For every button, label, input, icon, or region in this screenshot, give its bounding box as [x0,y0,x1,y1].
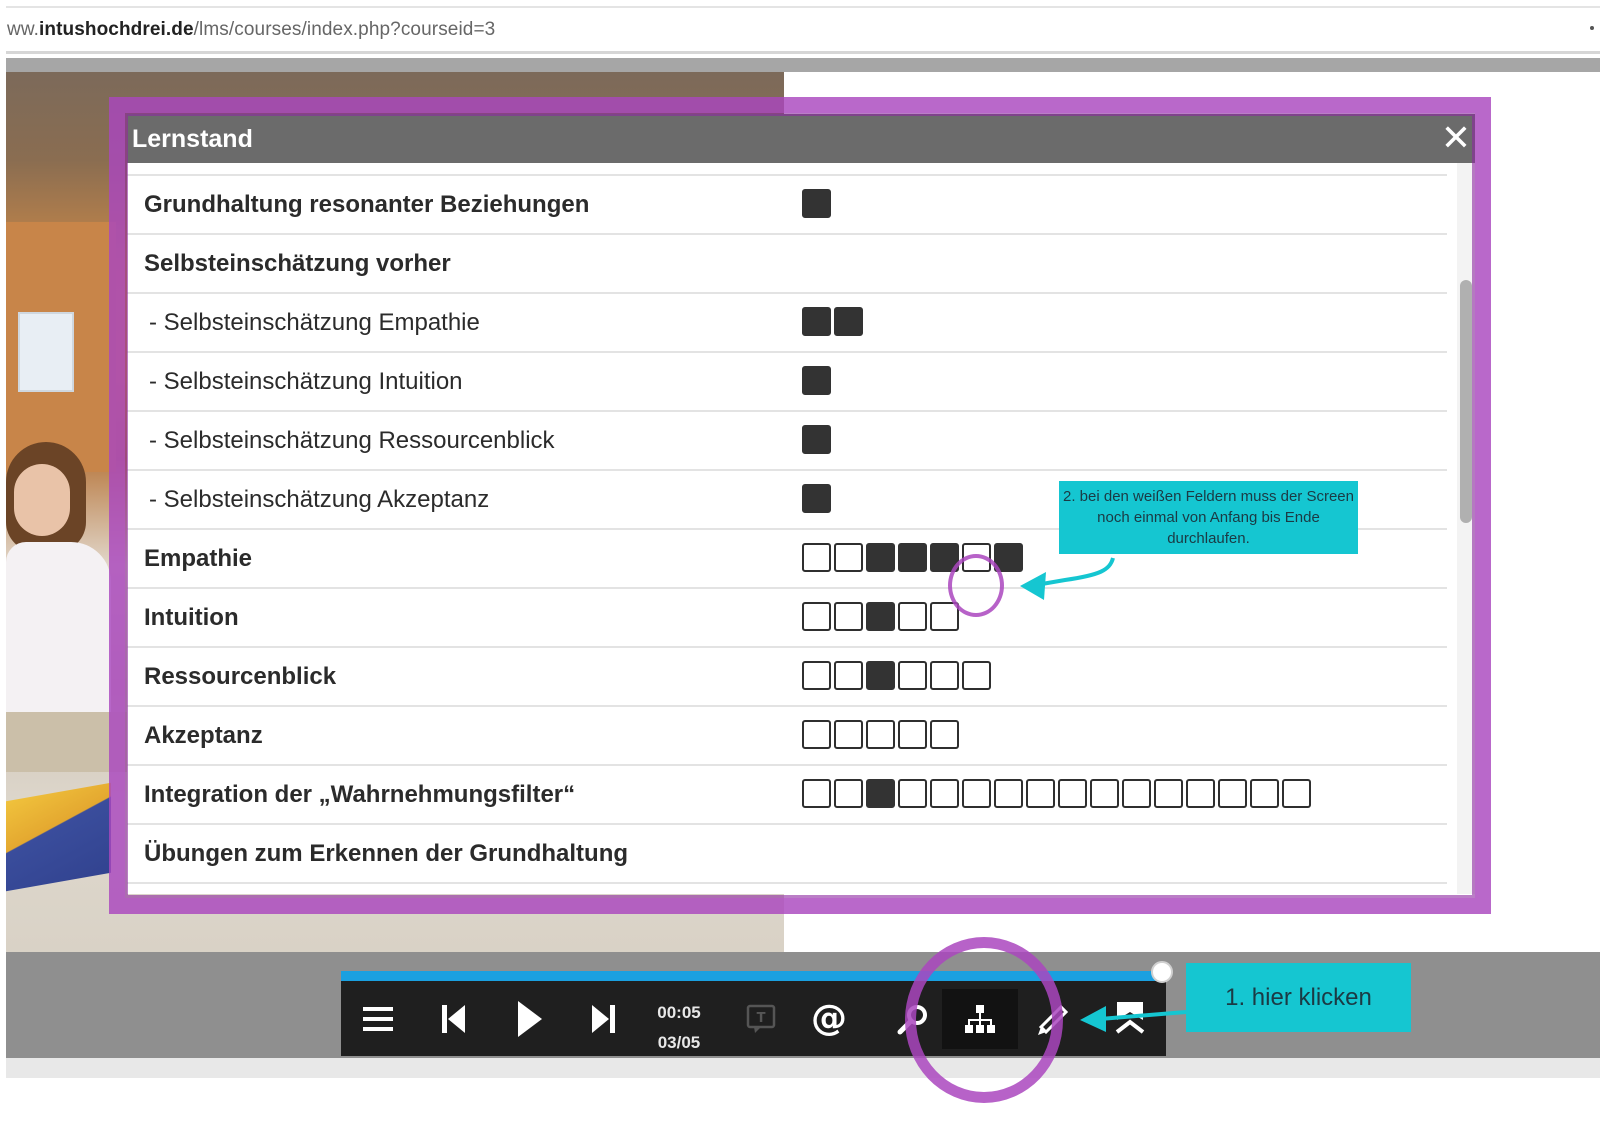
menu-icon[interactable] [355,989,401,1049]
scene-poster [18,312,74,392]
top-strip [6,58,1600,72]
skip-forward-icon[interactable] [580,989,626,1049]
page-counter: 03/05 [657,1033,701,1052]
time-display: 00:05 03/05 [646,998,712,1058]
at-sign-icon[interactable]: @ [805,989,853,1049]
more-dot-icon[interactable] [1590,26,1594,30]
scene-person-face [14,464,70,536]
highlight-circle [948,554,1004,617]
url-path: /lms/courses/index.php?courseid=3 [193,19,496,40]
play-icon[interactable] [506,989,552,1049]
annotation-callout: 1. hier klicken [1186,963,1411,1032]
divider [6,6,1600,8]
highlight-circle [905,937,1063,1103]
bookmark-icon[interactable] [1106,989,1154,1049]
url-prefix: ww. [7,19,39,40]
progress-handle[interactable] [1150,961,1173,983]
annotation-callout: 2. bei den weißen Feldern muss der Scree… [1059,481,1358,554]
scene-book [6,782,111,892]
url-text[interactable]: ww.intushochdrei.de/lms/courses/index.ph… [7,19,495,41]
current-time: 00:05 [657,1003,701,1022]
svg-text:T: T [757,1011,766,1026]
divider [6,51,1600,54]
skip-back-icon[interactable] [431,989,477,1049]
svg-text:@: @ [811,1000,847,1038]
browser-url-bar: ww.intushochdrei.de/lms/courses/index.ph… [0,0,1600,58]
transcript-icon[interactable]: T [739,989,783,1049]
url-host: intushochdrei.de [38,19,194,40]
